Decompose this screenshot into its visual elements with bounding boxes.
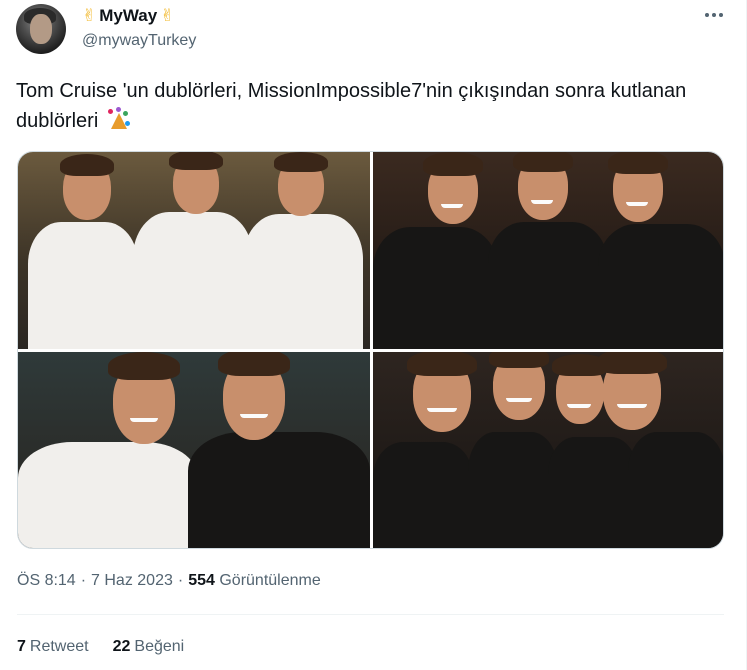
divider [17,614,724,615]
likes-label: Beğeni [134,638,185,655]
likes-count: 22 [112,638,131,655]
retweets-stat[interactable]: 7 Retweet [17,638,89,656]
avatar[interactable] [16,4,66,54]
tweet: ✌ MyWay ✌ @mywayTurkey Tom Cruise 'un du… [0,0,747,670]
views-label: Görüntülenme [219,572,321,589]
media-grid [17,151,724,549]
photo-4[interactable] [373,352,723,548]
views-count: 554 [188,572,215,589]
retweets-count: 7 [17,638,26,655]
photo-1[interactable] [18,152,370,349]
author-name[interactable]: MyWay [99,6,157,26]
victory-hand-icon: ✌ [160,6,175,26]
tweet-date[interactable]: 7 Haz 2023 [91,572,173,590]
tweet-time[interactable]: ÖS 8:14 [17,572,76,590]
victory-hand-icon: ✌ [82,6,97,26]
party-popper-icon [107,107,130,131]
tweet-stats: 7 Retweet 22 Beğeni [17,638,184,656]
meta-separator: · [177,572,184,589]
retweets-label: Retweet [29,638,89,655]
author-handle[interactable]: @mywayTurkey [82,32,196,50]
likes-stat[interactable]: 22 Beğeni [113,638,185,656]
photo-2[interactable] [373,152,723,349]
author-name-row[interactable]: ✌ MyWay ✌ [82,6,174,26]
views[interactable]: 554 Görüntülenme [188,572,321,590]
meta-separator: · [80,572,87,589]
more-options-icon[interactable] [702,4,726,26]
photo-3[interactable] [18,352,370,548]
tweet-meta: ÖS 8:14 · 7 Haz 2023 · 554 Görüntülenme [17,572,321,590]
tweet-text: Tom Cruise 'un dublörleri, MissionImposs… [16,76,716,136]
